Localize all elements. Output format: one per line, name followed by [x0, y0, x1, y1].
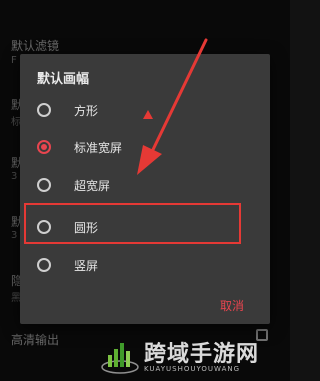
option-standard-widescreen[interactable]: 标准宽屏	[20, 129, 270, 167]
option-ultra-widescreen-label: 超宽屏	[74, 179, 111, 193]
watermark-subtitle: KUAYUSHOUYOUWANG	[144, 365, 241, 373]
option-portrait[interactable]: 竖屏	[20, 247, 270, 285]
option-square[interactable]: 方形	[20, 92, 270, 130]
annotation-highlight-box	[24, 203, 241, 244]
dialog-title: 默认画幅	[37, 72, 90, 87]
option-standard-widescreen-label: 标准宽屏	[74, 141, 123, 155]
watermark-title: 跨域手游网	[144, 342, 260, 367]
option-portrait-label: 竖屏	[74, 259, 99, 273]
option-square-label: 方形	[74, 104, 99, 118]
option-ultra-widescreen[interactable]: 超宽屏	[20, 167, 270, 205]
radio-square[interactable]	[37, 103, 51, 117]
aspect-ratio-dialog: 默认画幅 方形 标准宽屏 超宽屏 圆形 竖屏 取消	[20, 54, 270, 324]
radio-standard-widescreen[interactable]	[37, 140, 51, 154]
watermark-logo-icon	[101, 343, 139, 374]
cancel-button[interactable]: 取消	[220, 297, 244, 314]
radio-ultra-widescreen[interactable]	[37, 178, 51, 192]
watermark: 跨域手游网 KUAYUSHOUYOUWANG	[100, 335, 290, 381]
radio-portrait[interactable]	[37, 258, 51, 272]
